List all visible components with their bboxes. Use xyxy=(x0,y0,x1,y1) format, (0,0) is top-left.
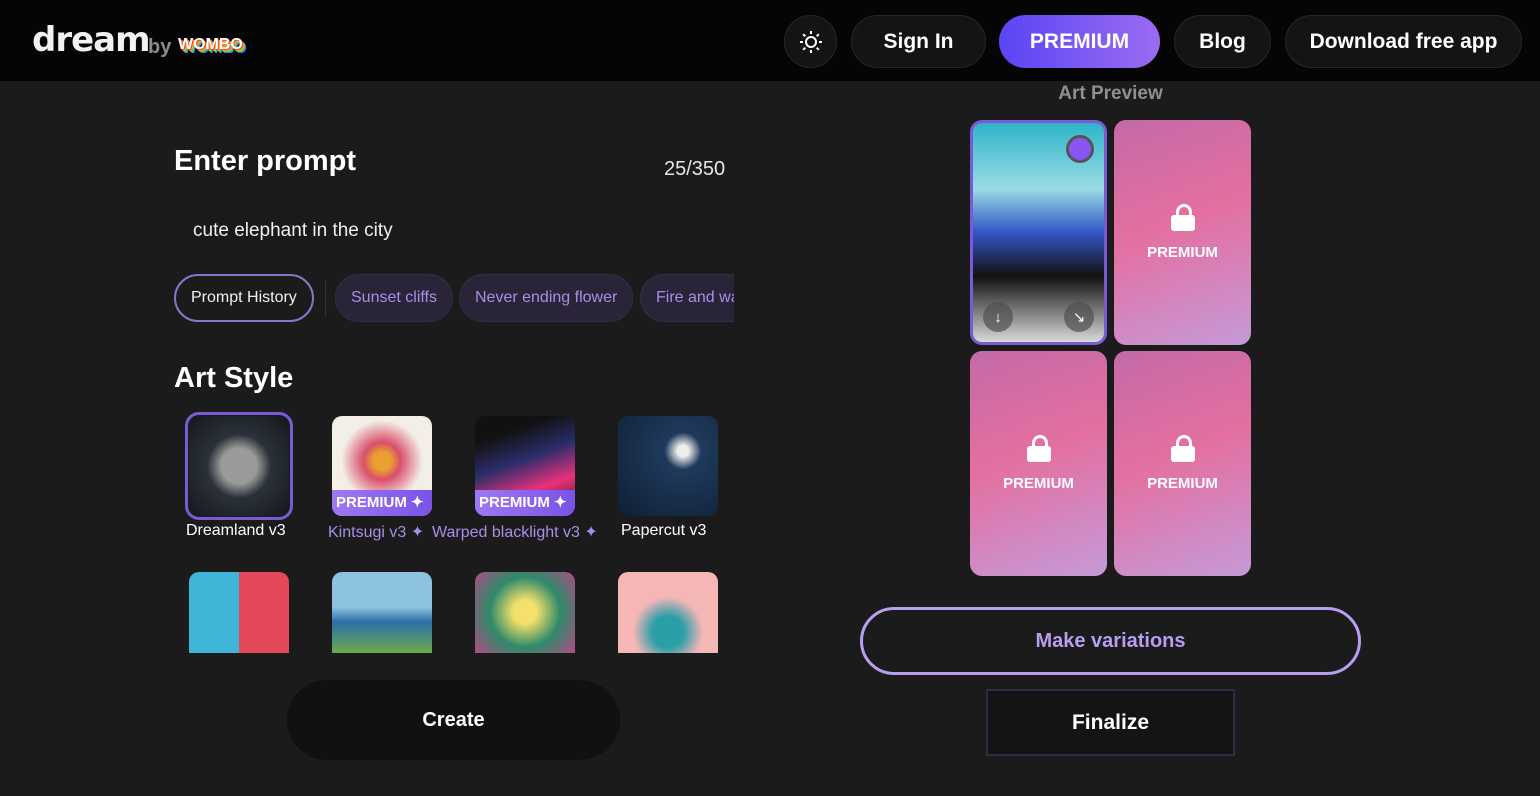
select-indicator[interactable] xyxy=(1066,135,1094,163)
style-label: Kintsugi v3 ✦ xyxy=(328,524,425,541)
download-icon[interactable]: ↓ xyxy=(983,302,1013,332)
premium-label: PREMIUM xyxy=(1147,475,1218,492)
lock-icon xyxy=(1026,435,1051,462)
locked-preview[interactable]: PREMIUM xyxy=(1114,351,1251,576)
logo[interactable]: dream xyxy=(32,20,151,60)
char-counter: 25/350 xyxy=(664,158,726,180)
create-button[interactable]: Create xyxy=(287,680,620,760)
sun-icon xyxy=(799,30,822,53)
style-label: Papercut v3 xyxy=(621,522,707,539)
style-tile[interactable] xyxy=(332,572,432,653)
style-tile-kintsugi[interactable]: PREMIUM ✦ xyxy=(332,416,432,516)
prompt-chips: Prompt History Sunset cliffs Never endin… xyxy=(174,274,734,322)
preview-image[interactable]: ↓ ↘ xyxy=(970,120,1107,345)
art-preview-title: Art Preview xyxy=(1058,83,1163,104)
prompt-history-button[interactable]: Prompt History xyxy=(174,274,314,322)
style-tile[interactable] xyxy=(475,572,575,653)
sign-in-button[interactable]: Sign In xyxy=(851,15,986,68)
prompt-input[interactable] xyxy=(174,206,734,256)
theme-toggle-button[interactable] xyxy=(784,15,837,68)
premium-label: PREMIUM xyxy=(1003,475,1074,492)
divider xyxy=(325,280,326,316)
premium-button[interactable]: PREMIUM xyxy=(999,15,1160,68)
premium-badge: PREMIUM ✦ xyxy=(475,490,575,516)
wombo-logo: WOMBO xyxy=(178,36,243,53)
enter-prompt-heading: Enter prompt xyxy=(174,145,357,177)
premium-label: PREMIUM xyxy=(1147,244,1218,261)
style-row-2 xyxy=(174,572,734,653)
download-app-button[interactable]: Download free app xyxy=(1285,15,1522,68)
premium-badge: PREMIUM ✦ xyxy=(332,490,432,516)
suggestion-chip[interactable]: Never ending flower xyxy=(459,274,634,322)
blog-button[interactable]: Blog xyxy=(1174,15,1271,68)
style-tile-dreamland[interactable] xyxy=(185,412,293,520)
style-tile-papercut[interactable] xyxy=(618,416,718,516)
expand-icon[interactable]: ↘ xyxy=(1064,302,1094,332)
art-style-heading: Art Style xyxy=(174,362,294,394)
style-tile-warped-blacklight[interactable]: PREMIUM ✦ xyxy=(475,416,575,516)
finalize-button[interactable]: Finalize xyxy=(986,689,1235,756)
lock-icon xyxy=(1170,204,1195,231)
style-tile[interactable] xyxy=(618,572,718,653)
style-label: Warped blacklight v3 ✦ xyxy=(432,524,598,541)
suggestion-chip[interactable]: Sunset cliffs xyxy=(335,274,453,322)
lock-icon xyxy=(1170,435,1195,462)
make-variations-button[interactable]: Make variations xyxy=(860,607,1361,675)
logo-by: by xyxy=(148,36,172,58)
style-label: Dreamland v3 xyxy=(186,522,286,539)
header: dream by WOMBO Sign In PREMIUM Blog Down… xyxy=(0,0,1540,81)
suggestion-chip[interactable]: Fire and water xyxy=(640,274,734,322)
style-tile[interactable] xyxy=(189,572,289,653)
locked-preview[interactable]: PREMIUM xyxy=(970,351,1107,576)
locked-preview[interactable]: PREMIUM xyxy=(1114,120,1251,345)
